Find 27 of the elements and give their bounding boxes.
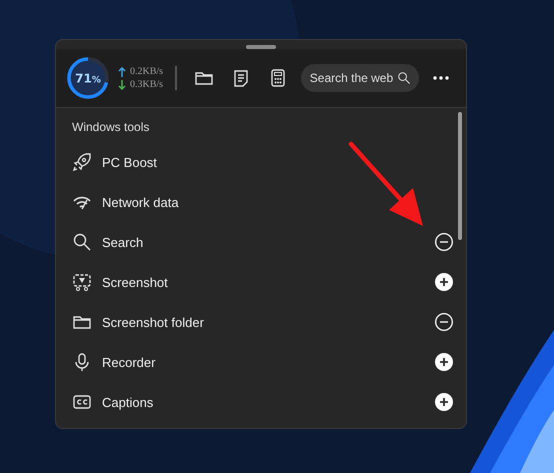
tool-label[interactable]: Screenshot	[102, 274, 424, 290]
usage-gauge[interactable]: 71%	[66, 56, 110, 100]
remove-button[interactable]	[434, 312, 454, 332]
add-button[interactable]	[434, 352, 454, 372]
web-search-field[interactable]: Search the web	[300, 64, 419, 92]
tool-label[interactable]: Captions	[102, 394, 424, 410]
download-speed: 0.3KB/s	[130, 79, 164, 90]
tool-label[interactable]: Screenshot folder	[102, 314, 424, 330]
more-icon[interactable]	[433, 76, 450, 80]
upload-arrow-icon	[118, 66, 126, 76]
search-icon	[396, 71, 411, 85]
drag-handle[interactable]	[246, 45, 276, 49]
add-button[interactable]	[434, 272, 454, 292]
tool-label[interactable]: Network data	[102, 194, 450, 210]
tool-label[interactable]: Search	[102, 234, 424, 250]
upload-speed: 0.2KB/s	[130, 66, 164, 77]
tool-label[interactable]: PC Boost	[102, 154, 450, 170]
download-arrow-icon	[118, 80, 126, 90]
scrollbar[interactable]	[458, 112, 462, 240]
screenshot-icon	[72, 272, 92, 292]
rocket-icon	[72, 152, 92, 172]
add-button[interactable]	[434, 392, 454, 412]
remove-button[interactable]	[434, 232, 454, 252]
usage-percent: 71%	[75, 72, 101, 86]
section-title: Windows tools	[71, 120, 150, 136]
tool-label[interactable]: Recorder	[102, 354, 424, 370]
search-icon	[72, 232, 92, 252]
